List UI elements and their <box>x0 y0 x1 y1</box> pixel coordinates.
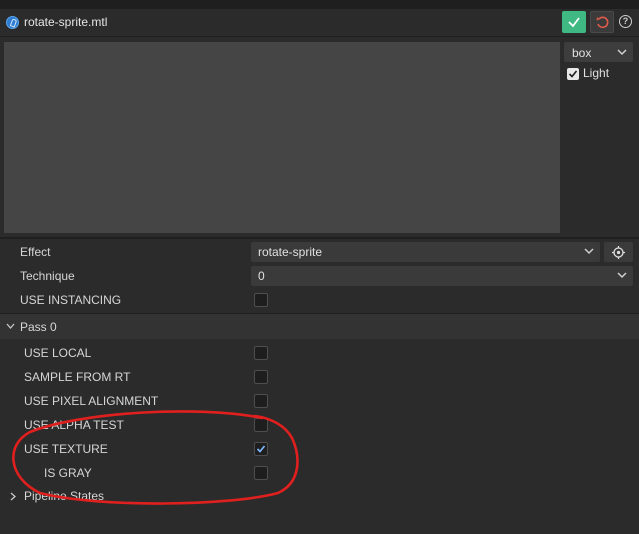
is-gray-label: IS GRAY <box>44 466 92 480</box>
pass-0-label: Pass 0 <box>20 320 57 334</box>
use-local-row: USE LOCAL <box>0 341 639 365</box>
use-pixel-alignment-label: USE PIXEL ALIGNMENT <box>24 394 159 408</box>
technique-label: Technique <box>20 269 75 283</box>
use-texture-row: USE TEXTURE <box>0 437 639 461</box>
effect-value: rotate-sprite <box>258 245 323 259</box>
use-instancing-row: USE INSTANCING <box>0 288 639 312</box>
locate-effect-button[interactable] <box>604 242 633 262</box>
help-icon[interactable]: ? <box>619 15 632 28</box>
check-icon <box>256 445 266 453</box>
chevron-down-icon <box>6 323 15 329</box>
light-label: Light <box>583 66 610 80</box>
technique-value: 0 <box>258 269 265 283</box>
pipeline-states-header[interactable]: Pipeline States <box>0 486 639 508</box>
preview-canvas[interactable] <box>4 42 560 233</box>
use-instancing-checkbox[interactable] <box>254 293 268 307</box>
window-top-strip <box>0 0 639 9</box>
divider <box>0 237 639 239</box>
effect-select[interactable]: rotate-sprite <box>251 242 600 262</box>
use-alpha-test-label: USE ALPHA TEST <box>24 418 124 432</box>
use-pixel-alignment-checkbox[interactable] <box>254 394 268 408</box>
light-checkbox[interactable] <box>567 68 579 80</box>
preview-shape-select[interactable]: box <box>564 42 633 62</box>
pipeline-states-label: Pipeline States <box>24 489 105 503</box>
technique-select[interactable]: 0 <box>251 266 633 286</box>
preview-controls: box Light <box>564 42 639 233</box>
effect-row: Effect rotate-sprite <box>0 240 639 264</box>
chevron-right-icon <box>10 492 16 501</box>
preview-shape-value: box <box>572 46 592 60</box>
use-local-label: USE LOCAL <box>24 346 92 360</box>
technique-row: Technique 0 <box>0 264 639 288</box>
use-alpha-test-row: USE ALPHA TEST <box>0 413 639 437</box>
pass-0-header[interactable]: Pass 0 <box>0 314 639 339</box>
effect-label: Effect <box>20 245 51 259</box>
use-texture-label: USE TEXTURE <box>24 442 108 456</box>
use-instancing-label: USE INSTANCING <box>20 293 122 307</box>
is-gray-row: IS GRAY <box>0 461 639 485</box>
is-gray-checkbox[interactable] <box>254 466 268 480</box>
file-icon <box>6 16 19 29</box>
check-icon <box>568 17 580 28</box>
chevron-down-icon <box>584 248 594 255</box>
chevron-down-icon <box>617 49 627 56</box>
use-texture-checkbox[interactable] <box>254 442 268 456</box>
undo-icon <box>596 16 609 29</box>
chevron-down-icon <box>617 272 627 279</box>
title-bar: rotate-sprite.mtl ? <box>0 9 639 37</box>
use-pixel-alignment-row: USE PIXEL ALIGNMENT <box>0 389 639 413</box>
material-preview: box Light <box>0 38 639 237</box>
locate-icon <box>612 246 625 259</box>
file-title: rotate-sprite.mtl <box>24 15 108 29</box>
use-local-checkbox[interactable] <box>254 346 268 360</box>
sample-from-rt-label: SAMPLE FROM RT <box>24 370 131 384</box>
reset-button[interactable] <box>590 11 614 33</box>
check-icon <box>568 70 578 78</box>
sample-from-rt-checkbox[interactable] <box>254 370 268 384</box>
save-button[interactable] <box>562 11 586 33</box>
sample-from-rt-row: SAMPLE FROM RT <box>0 365 639 389</box>
use-alpha-test-checkbox[interactable] <box>254 418 268 432</box>
